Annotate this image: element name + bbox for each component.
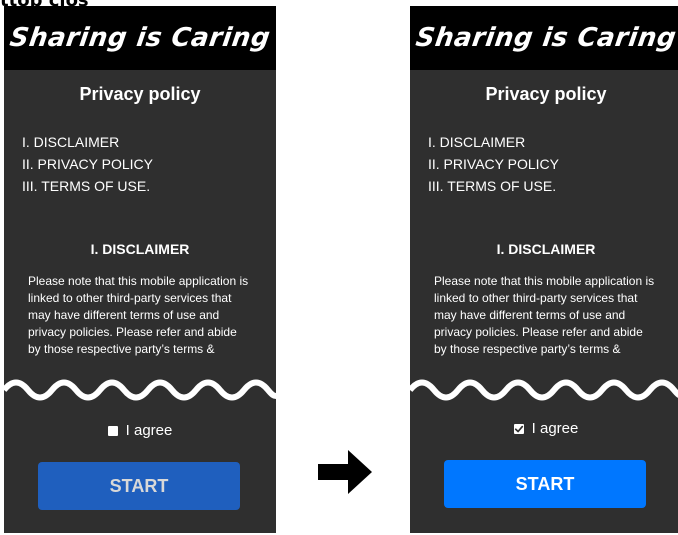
agree-label: I agree: [531, 420, 579, 437]
disclaimer-heading: I. DISCLAIMER: [90, 241, 190, 257]
privacy-policy-title: Privacy policy: [485, 84, 607, 104]
start-button[interactable]: START: [38, 462, 240, 510]
phone-screen-after: Sharing is Caring Privacy policy I. DISC…: [410, 6, 678, 533]
disclaimer-heading: I. DISCLAIMER: [496, 241, 596, 257]
agree-label: I agree: [125, 422, 173, 439]
app-title: Sharing is Caring: [413, 23, 678, 53]
agree-checkbox-row[interactable]: I agree: [410, 420, 678, 437]
privacy-policy-title: Privacy policy: [79, 84, 201, 104]
toc-item-privacy-policy[interactable]: II. PRIVACY POLICY: [428, 153, 678, 175]
torn-edge-icon: [4, 379, 276, 406]
right-arrow-icon: [318, 450, 372, 494]
toc-item-disclaimer[interactable]: I. DISCLAIMER: [22, 131, 276, 153]
checkbox-icon[interactable]: [107, 425, 118, 436]
disclaimer-text: Please note that this mobile application…: [28, 274, 249, 356]
phone-screen-before: Sharing is Caring Privacy policy I. DISC…: [4, 6, 276, 533]
table-of-contents: I. DISCLAIMER II. PRIVACY POLICY III. TE…: [410, 131, 678, 197]
app-header: Sharing is Caring: [4, 6, 276, 70]
checkmark-icon: [514, 425, 523, 432]
checkbox-icon[interactable]: [513, 423, 524, 434]
toc-item-terms-of-use[interactable]: III. TERMS OF USE.: [22, 175, 276, 197]
torn-edge-icon: [410, 379, 678, 406]
app-header: Sharing is Caring: [410, 6, 678, 70]
table-of-contents: I. DISCLAIMER II. PRIVACY POLICY III. TE…: [4, 131, 276, 197]
start-button[interactable]: START: [444, 460, 646, 508]
toc-item-disclaimer[interactable]: I. DISCLAIMER: [428, 131, 678, 153]
toc-item-privacy-policy[interactable]: II. PRIVACY POLICY: [22, 153, 276, 175]
app-title: Sharing is Caring: [7, 23, 273, 53]
agree-checkbox-row[interactable]: I agree: [4, 422, 276, 439]
comparison-stage: ttop clos Sharing is Caring Privacy poli…: [0, 0, 678, 535]
toc-item-terms-of-use[interactable]: III. TERMS OF USE.: [428, 175, 678, 197]
disclaimer-text: Please note that this mobile application…: [434, 274, 655, 356]
